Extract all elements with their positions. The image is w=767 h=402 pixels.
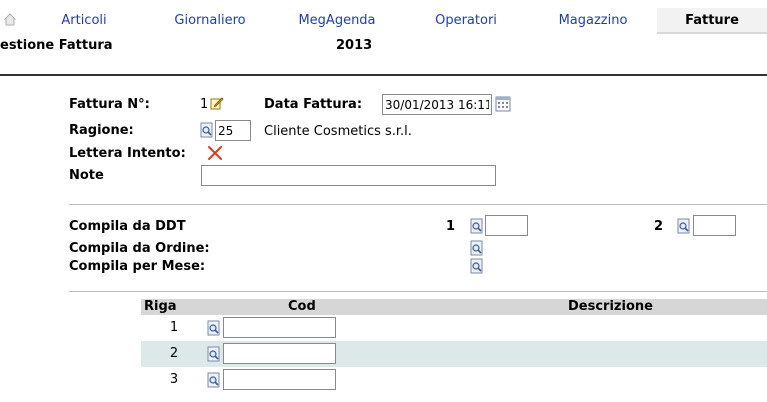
table-row: 3 [141, 367, 767, 393]
column-header-riga: Riga [144, 299, 177, 314]
row-number: 1 [169, 320, 179, 335]
edit-icon[interactable] [210, 96, 224, 110]
notes-label: Note [69, 168, 104, 183]
invoice-lines-table: Riga Cod Descrizione 1 2 3 [141, 299, 767, 393]
table-header: Riga Cod Descrizione [141, 299, 767, 315]
cod-lookup-icon[interactable] [207, 320, 221, 336]
fill-ddt-label: Compila da DDT [69, 219, 186, 234]
table-row: 1 [141, 315, 767, 341]
ddt-1-label: 1 [446, 219, 456, 234]
tab-fatture[interactable]: Fatture [657, 8, 767, 34]
tab-giornaliero[interactable]: Giornaliero [168, 8, 252, 34]
customer-name: Cliente Cosmetics s.r.l. [264, 124, 412, 139]
tab-megagenda[interactable]: MegAgenda [294, 8, 380, 34]
cod-input[interactable] [223, 317, 336, 338]
ddt-2-input[interactable] [693, 215, 736, 236]
customer-label: Ragione: [69, 123, 134, 138]
table-row: 2 [141, 341, 767, 367]
column-header-cod: Cod [288, 299, 316, 314]
customer-code-input[interactable] [215, 120, 251, 141]
home-icon[interactable] [4, 12, 16, 26]
ddt-1-input[interactable] [485, 215, 528, 236]
page-title: estione Fattura [0, 38, 113, 53]
customer-lookup-icon[interactable] [200, 122, 214, 138]
cod-lookup-icon[interactable] [207, 346, 221, 362]
tab-bar: Articoli Giornaliero MegAgenda Operatori… [0, 0, 767, 34]
month-lookup-icon[interactable] [470, 258, 484, 274]
section-divider-2 [69, 291, 767, 292]
cod-input[interactable] [223, 343, 336, 364]
tab-articoli[interactable]: Articoli [44, 8, 124, 34]
tab-magazzino[interactable]: Magazzino [550, 8, 636, 34]
ddt-2-label: 2 [654, 219, 664, 234]
header-divider [0, 74, 767, 76]
fill-month-label: Compila per Mese: [69, 259, 206, 274]
invoice-number-value: 1 [200, 97, 209, 112]
invoice-date-label: Data Fattura: [264, 97, 363, 112]
fill-order-label: Compila da Ordine: [69, 241, 210, 256]
tab-operatori[interactable]: Operatori [426, 8, 506, 34]
ddt-1-lookup-icon[interactable] [470, 218, 484, 234]
row-number: 3 [169, 372, 179, 387]
close-icon[interactable] [207, 145, 223, 161]
row-number: 2 [169, 346, 179, 361]
cod-input[interactable] [223, 369, 336, 390]
invoice-date-input[interactable] [382, 94, 492, 115]
section-divider-1 [69, 204, 767, 205]
calendar-icon[interactable] [495, 96, 511, 112]
intent-letter-label: Lettera Intento: [69, 146, 186, 161]
invoice-number-label: Fattura N°: [69, 97, 150, 112]
cod-lookup-icon[interactable] [207, 372, 221, 388]
column-header-descrizione: Descrizione [568, 299, 653, 314]
notes-input[interactable] [201, 165, 496, 186]
order-lookup-icon[interactable] [470, 240, 484, 256]
page-year: 2013 [336, 38, 373, 53]
ddt-2-lookup-icon[interactable] [677, 218, 691, 234]
